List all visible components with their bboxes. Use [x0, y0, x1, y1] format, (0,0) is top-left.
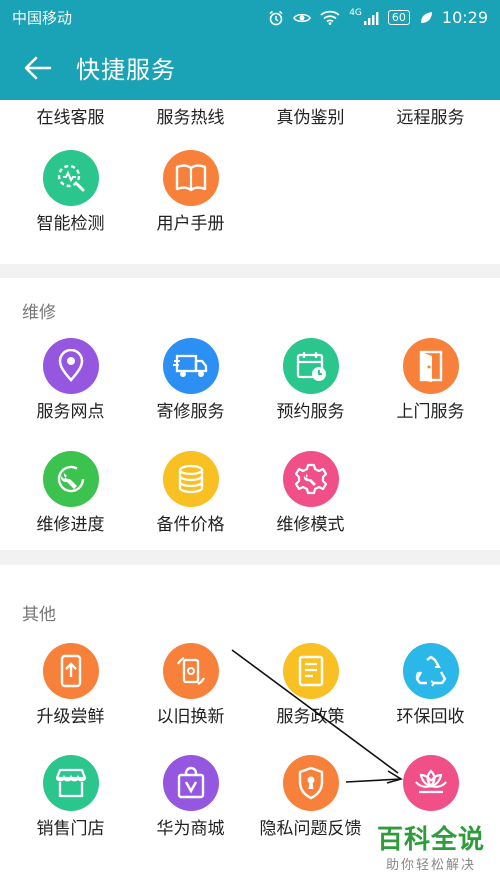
app-bar: 快捷服务	[0, 35, 500, 100]
grid-item-mail-repair[interactable]: 寄修服务	[128, 338, 253, 423]
recycle-icon	[402, 643, 459, 699]
grid-item-upgrade-trial[interactable]: 升级尝鲜	[8, 643, 133, 728]
trade-in-phone-icon	[162, 643, 219, 699]
delivery-truck-icon	[162, 338, 219, 394]
grid-item-privacy-feedback[interactable]: 隐私问题反馈	[248, 755, 373, 840]
grid-item-hotline[interactable]: 服务热线	[128, 107, 253, 129]
status-bar: 中国移动 4G 60 10:29	[0, 0, 500, 35]
manual-book-icon	[162, 150, 219, 206]
grid-item-label: 升级尝鲜	[36, 707, 105, 727]
grid-item-remote-service[interactable]: 远程服务	[368, 107, 493, 129]
lotus-icon	[402, 755, 459, 811]
grid-item-huawei-mall[interactable]: 华为商城	[128, 755, 253, 840]
coin-stack-icon	[162, 451, 219, 507]
grid-item-label: 智能检测	[36, 214, 105, 234]
carrier-name: 中国移动	[12, 9, 73, 27]
grid-item-user-manual[interactable]: 用户手册	[128, 150, 253, 235]
gear-wrench-icon	[282, 451, 339, 507]
back-button[interactable]	[0, 35, 76, 100]
battery-indicator: 60	[387, 10, 410, 25]
service-section: 在线客服 服务热线 真伪鉴别 远程服务 智能检测 用户手册	[0, 100, 500, 264]
leaf-icon	[420, 11, 432, 23]
grid-item-trade-in[interactable]: 以旧换新	[128, 643, 253, 728]
shopping-bag-icon	[162, 755, 219, 811]
grid-item-online-support[interactable]: 在线客服	[8, 107, 133, 129]
watermark-title: 百科全说	[376, 825, 485, 855]
phone-upgrade-icon	[42, 643, 99, 699]
door-icon	[402, 338, 459, 394]
back-arrow-icon	[24, 56, 52, 79]
grid-item-label: 华为商城	[156, 819, 225, 839]
wrench-progress-icon	[42, 451, 99, 507]
grid-item-repair-progress[interactable]: 维修进度	[8, 451, 133, 536]
signal-bars-icon	[363, 11, 379, 25]
grid-item-lotus[interactable]	[368, 755, 493, 818]
document-icon	[282, 643, 339, 699]
section-title-other: 其他	[22, 605, 56, 625]
status-icons: 4G 60 10:29	[268, 8, 488, 27]
section-title-repair: 维修	[22, 303, 56, 323]
grid-item-label: 用户手册	[156, 214, 225, 234]
page-title: 快捷服务	[76, 56, 176, 84]
watermark-logo: 百科全说 助你轻松解决	[368, 824, 494, 886]
watermark-subtitle: 助你轻松解决	[385, 858, 476, 873]
grid-item-appointment[interactable]: 预约服务	[248, 338, 373, 423]
top-bar: 中国移动 4G 60 10:29 快捷服务	[0, 0, 500, 100]
location-pin-icon	[42, 338, 99, 394]
store-icon	[42, 755, 99, 811]
grid-item-door-service[interactable]: 上门服务	[368, 338, 493, 423]
grid-item-label: 上门服务	[396, 402, 465, 422]
grid-item-label: 销售门店	[36, 819, 105, 839]
grid-item-recycle[interactable]: 环保回收	[368, 643, 493, 728]
grid-item-service-points[interactable]: 服务网点	[8, 338, 133, 423]
grid-item-authenticity[interactable]: 真伪鉴别	[248, 107, 373, 129]
grid-item-parts-price[interactable]: 备件价格	[128, 451, 253, 536]
grid-item-label: 寄修服务	[156, 402, 225, 422]
shield-keyhole-icon	[282, 755, 339, 811]
grid-item-retail-stores[interactable]: 销售门店	[8, 755, 133, 840]
grid-item-label: 备件价格	[156, 515, 225, 535]
grid-item-smart-detect[interactable]: 智能检测	[8, 150, 133, 235]
smart-detect-icon	[42, 150, 99, 206]
repair-section: 维修 服务网点 寄修服务 预约服务 上门服务 维修进度 备件价格 维修模式	[0, 278, 500, 550]
wifi-icon	[320, 10, 340, 25]
grid-item-label: 维修模式	[276, 515, 345, 535]
alarm-clock-icon	[269, 10, 283, 25]
grid-item-label: 服务政策	[276, 707, 345, 727]
grid-item-repair-mode[interactable]: 维修模式	[248, 451, 373, 536]
eye-icon	[293, 13, 312, 22]
grid-item-label: 环保回收	[396, 707, 465, 727]
grid-item-label: 维修进度	[36, 515, 105, 535]
grid-item-label: 隐私问题反馈	[259, 819, 362, 839]
network-type-label: 4G	[349, 7, 362, 18]
calendar-clock-icon	[282, 338, 339, 394]
clock-time: 10:29	[441, 8, 488, 27]
grid-item-label: 预约服务	[276, 402, 345, 422]
grid-item-label: 服务网点	[36, 402, 105, 422]
grid-item-service-policy[interactable]: 服务政策	[248, 643, 373, 728]
grid-item-label: 以旧换新	[156, 707, 225, 727]
